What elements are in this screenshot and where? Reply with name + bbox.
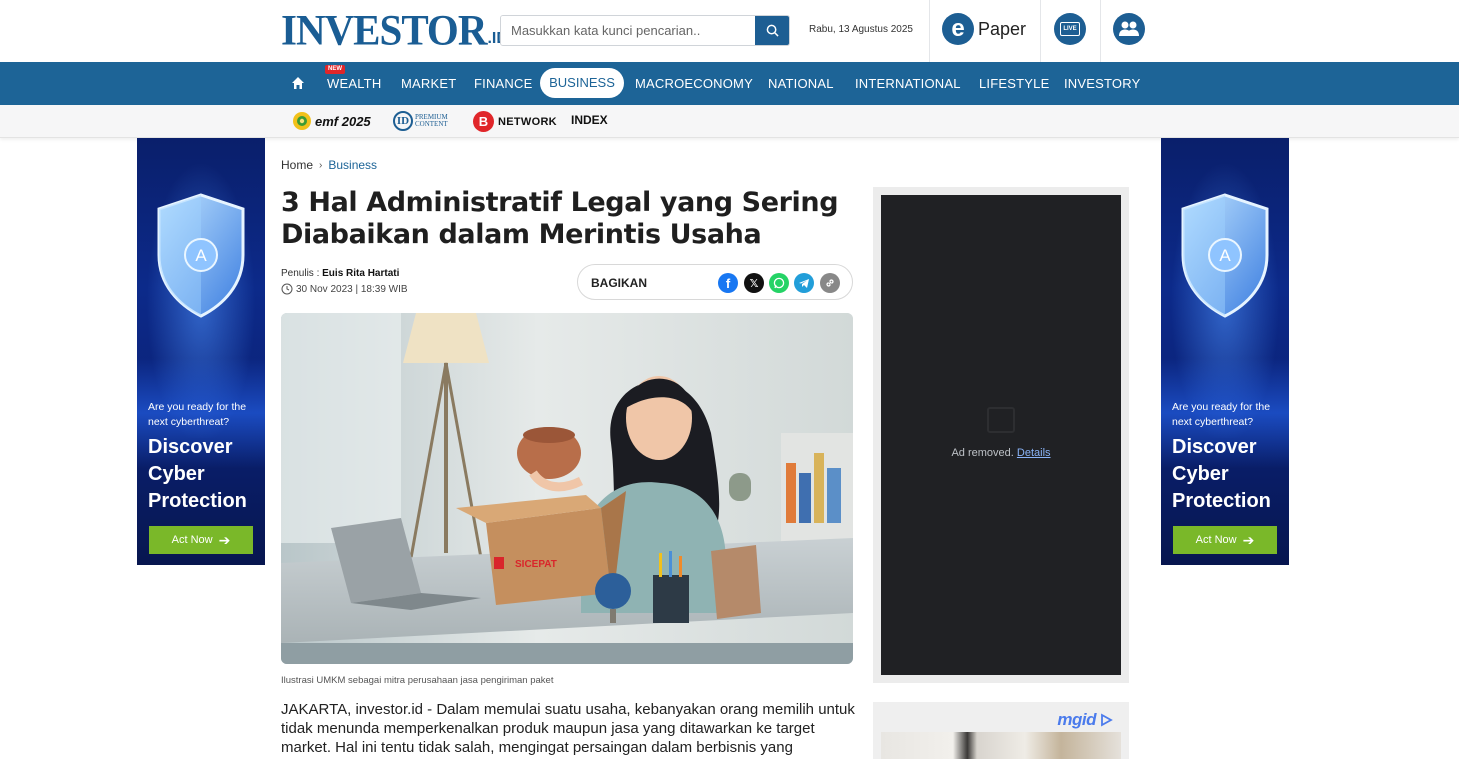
- article-body: JAKARTA, investor.id - Dalam memulai sua…: [281, 701, 855, 756]
- live-tv-button[interactable]: LIVE: [1054, 13, 1086, 45]
- clock-icon: [281, 283, 293, 295]
- svg-text:A: A: [1219, 246, 1231, 265]
- nav-item-market[interactable]: MARKET: [401, 62, 456, 105]
- header-divider: [929, 0, 930, 62]
- home-icon[interactable]: [291, 76, 305, 90]
- ad-headline: Discover Cyber Protection: [1172, 436, 1271, 512]
- nav-item-national[interactable]: NATIONAL: [768, 62, 834, 105]
- link-icon: [826, 279, 834, 287]
- article-hero-image[interactable]: SICEPAT: [281, 313, 853, 664]
- right-ad-slot: Ad removed. Details: [873, 187, 1129, 683]
- copy-link-button[interactable]: [820, 273, 840, 293]
- ad-question: Are you ready for the next cyberthreat?: [1172, 401, 1271, 428]
- breadcrumb-home[interactable]: Home: [281, 158, 313, 172]
- author-line: Penulis : Euis Rita Hartati: [281, 268, 399, 279]
- search-input[interactable]: [501, 16, 755, 45]
- ad-cta-button[interactable]: Act Now ➔: [1173, 526, 1277, 554]
- shield-icon: A: [157, 193, 245, 318]
- nav-item-macroeconomy[interactable]: MACROECONOMY: [635, 62, 753, 105]
- nav-item-lifestyle[interactable]: LIFESTYLE: [979, 62, 1049, 105]
- article-title: 3 Hal Administratif Legal yang Sering Di…: [281, 187, 839, 250]
- author-prefix: Penulis :: [281, 268, 323, 279]
- side-ad-left[interactable]: A Are you ready for the next cyberthreat…: [137, 138, 265, 565]
- network-b-icon: B: [473, 111, 494, 132]
- ad-cta-label: Act Now: [1195, 534, 1237, 546]
- x-icon: 𝕏: [749, 277, 759, 290]
- shield-icon: A: [1181, 193, 1269, 318]
- epaper-icon: e: [942, 13, 974, 45]
- network-label: NETWORK: [498, 115, 557, 128]
- whatsapp-share-button[interactable]: [769, 273, 789, 293]
- logo-main-text: INVESTOR: [281, 5, 487, 55]
- image-caption: Ilustrasi UMKM sebagai mitra perusahaan …: [281, 675, 554, 686]
- publish-time: 30 Nov 2023 | 18:39 WIB: [281, 283, 408, 295]
- breadcrumb: Home › Business: [281, 158, 377, 172]
- ad-removed-message: Ad removed. Details: [881, 447, 1121, 459]
- nav-item-finance[interactable]: FINANCE: [474, 62, 532, 105]
- share-label: BAGIKAN: [591, 276, 647, 290]
- nav-item-investory[interactable]: INVESTORY: [1064, 62, 1140, 105]
- telegram-icon: [799, 279, 809, 288]
- ad-cta-button[interactable]: Act Now ➔: [149, 526, 253, 554]
- emf-label: emf 2025: [315, 113, 371, 129]
- arrow-right-icon: ➔: [1242, 531, 1255, 548]
- publish-time-text: 30 Nov 2023 | 18:39 WIB: [296, 283, 408, 295]
- x-share-button[interactable]: 𝕏: [744, 273, 764, 293]
- ad-details-link[interactable]: Details: [1017, 447, 1051, 459]
- share-bar: BAGIKAN f 𝕏: [577, 264, 853, 300]
- mgid-logo: mgid: [1057, 710, 1113, 730]
- premium-content-link[interactable]: ID PREMIUM CONTENT: [393, 111, 448, 131]
- mgid-thumbnail[interactable]: [881, 732, 1121, 759]
- premium-id-icon: ID: [393, 111, 413, 131]
- svg-text:A: A: [195, 246, 207, 265]
- header-divider: [1100, 0, 1101, 62]
- ad-headline: Discover Cyber Protection: [148, 436, 247, 512]
- author-name[interactable]: Euis Rita Hartati: [322, 268, 399, 279]
- ad-cta-label: Act Now: [171, 534, 213, 546]
- main-nav: NEW WEALTH MARKET FINANCE BUSINESS MACRO…: [0, 62, 1459, 105]
- ad-question: Are you ready for the next cyberthreat?: [148, 401, 247, 428]
- people-icon: [1119, 21, 1139, 36]
- whatsapp-icon: [773, 277, 785, 289]
- index-link[interactable]: INDEX: [571, 113, 608, 127]
- mgid-logo-text: mgid: [1057, 710, 1096, 729]
- epaper-link[interactable]: e Paper: [942, 13, 1026, 45]
- premium-label: PREMIUM CONTENT: [415, 114, 448, 128]
- search-icon: [766, 24, 779, 37]
- ad-removed-icon: [987, 407, 1015, 433]
- hero-illustration: SICEPAT: [281, 313, 853, 664]
- nav-item-business[interactable]: BUSINESS: [540, 68, 624, 98]
- nav-item-international[interactable]: INTERNATIONAL: [855, 62, 961, 105]
- telegram-share-button[interactable]: [794, 273, 814, 293]
- emf-link[interactable]: emf 2025: [292, 111, 371, 131]
- facebook-share-button[interactable]: f: [718, 273, 738, 293]
- site-logo[interactable]: INVESTOR .ID: [281, 5, 508, 55]
- emf-logo-icon: [293, 112, 311, 130]
- premium-line-2: CONTENT: [415, 120, 448, 128]
- breadcrumb-business[interactable]: Business: [328, 158, 377, 172]
- search-box: [500, 15, 790, 46]
- live-tv-icon: LIVE: [1060, 22, 1080, 36]
- svg-text:SICEPAT: SICEPAT: [515, 559, 557, 570]
- ad-removed-panel: Ad removed. Details: [881, 195, 1121, 675]
- search-button[interactable]: [755, 16, 789, 45]
- ad-removed-text: Ad removed.: [951, 447, 1014, 459]
- community-button[interactable]: [1113, 13, 1145, 45]
- mgid-widget[interactable]: mgid: [873, 702, 1129, 759]
- site-header: INVESTOR .ID Rabu, 13 Agustus 2025 e Pap…: [0, 0, 1459, 62]
- current-date: Rabu, 13 Agustus 2025: [809, 24, 913, 35]
- sub-nav: emf 2025 ID PREMIUM CONTENT B NETWORK IN…: [0, 105, 1459, 138]
- epaper-label: Paper: [978, 18, 1027, 39]
- network-link[interactable]: B NETWORK: [473, 111, 557, 132]
- chevron-right-icon: ›: [319, 159, 323, 171]
- side-ad-right[interactable]: A Are you ready for the next cyberthreat…: [1161, 138, 1289, 565]
- arrow-right-icon: ➔: [218, 531, 231, 548]
- nav-item-wealth[interactable]: WEALTH: [327, 62, 381, 105]
- header-divider: [1040, 0, 1041, 62]
- facebook-icon: f: [725, 275, 731, 291]
- play-icon: [1101, 713, 1113, 727]
